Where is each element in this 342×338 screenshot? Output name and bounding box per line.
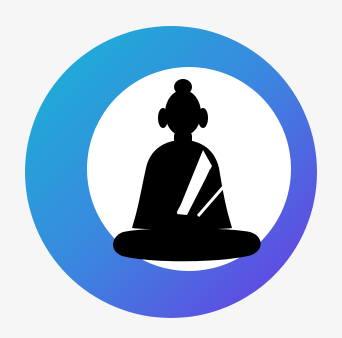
meditating-buddha-icon bbox=[25, 26, 317, 318]
app-logo bbox=[0, 0, 342, 338]
